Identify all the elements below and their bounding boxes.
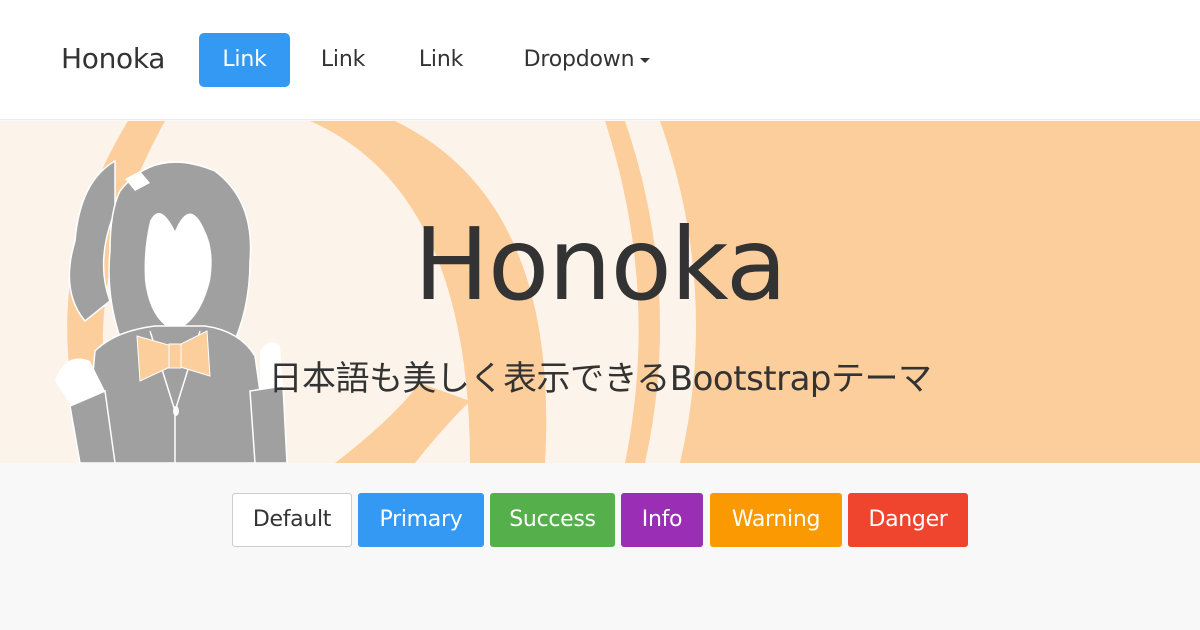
caret-down-icon <box>640 57 651 63</box>
default-button[interactable]: Default <box>232 493 352 547</box>
hero-jumbotron: Honoka 日本語も美しく表示できるBootstrapテーマ <box>0 121 1200 463</box>
nav-dropdown-label: Dropdown <box>523 47 635 72</box>
brand-link[interactable]: Honoka <box>61 42 165 75</box>
success-button[interactable]: Success <box>490 493 615 547</box>
primary-button[interactable]: Primary <box>358 493 484 547</box>
hero-title: Honoka <box>413 206 787 323</box>
nav-link-2[interactable]: Link <box>300 33 386 87</box>
button-group: Default Primary Success Info Warning Dan… <box>0 493 1200 547</box>
nav-link-3[interactable]: Link <box>398 33 484 87</box>
navbar: Honoka Link Link Link Dropdown <box>0 0 1200 120</box>
info-button[interactable]: Info <box>621 493 703 547</box>
warning-button[interactable]: Warning <box>710 493 842 547</box>
nav-link-1[interactable]: Link <box>199 33 290 87</box>
hero-subtitle: 日本語も美しく表示できるBootstrapテーマ <box>268 359 932 399</box>
danger-button[interactable]: Danger <box>848 493 968 547</box>
nav-dropdown[interactable]: Dropdown <box>500 33 674 87</box>
